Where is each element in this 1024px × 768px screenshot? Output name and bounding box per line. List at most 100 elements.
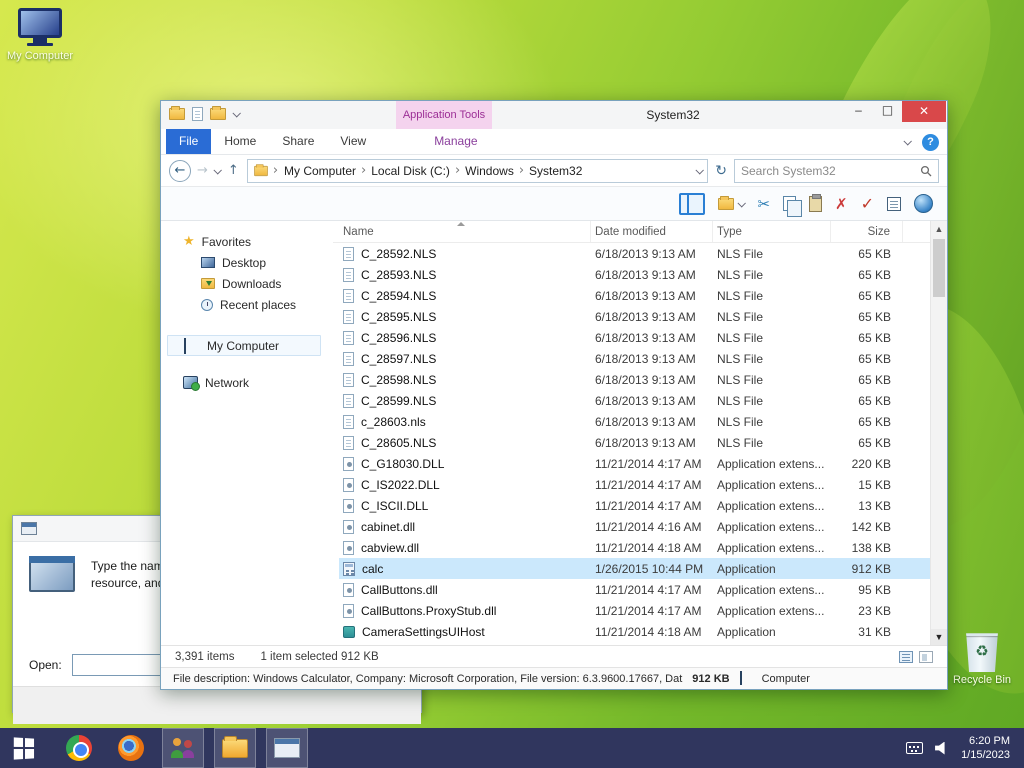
sidebar-item-network[interactable]: Network	[161, 372, 333, 393]
file-row[interactable]: C_28605.NLS 6/18/2013 9:13 AM NLS File 65 K…	[339, 432, 947, 453]
breadcrumb-segment[interactable]: Local Disk (C:)	[369, 164, 452, 178]
properties-icon[interactable]	[887, 196, 901, 211]
file-row[interactable]: C_28596.NLS 6/18/2013 9:13 AM NLS File 65 K…	[339, 327, 947, 348]
breadcrumb-separator: ›	[272, 163, 279, 178]
breadcrumb-segment[interactable]: My Computer	[282, 164, 358, 178]
start-button[interactable]	[0, 728, 48, 768]
address-chevron-down-icon[interactable]	[695, 165, 705, 175]
column-header-size[interactable]: Size	[831, 221, 903, 242]
touch-keyboard-icon[interactable]	[906, 742, 924, 754]
minimize-button[interactable]: –	[844, 101, 873, 122]
vertical-scrollbar[interactable]: ▲ ▼	[930, 221, 947, 645]
copy-icon[interactable]	[783, 196, 803, 217]
titlebar[interactable]: Application Tools System32 – □ ✕	[161, 101, 947, 129]
column-header-date-modified[interactable]: Date modified	[591, 221, 713, 242]
taskbar-item-people-app[interactable]	[162, 728, 204, 768]
file-row[interactable]: cabview.dll 11/21/2014 4:18 AM Application…	[339, 537, 947, 558]
desktop-shortcut-my-computer[interactable]: My Computer	[4, 8, 76, 62]
file-type: NLS File	[717, 309, 764, 324]
file-row[interactable]: C_28599.NLS 6/18/2013 9:13 AM NLS File 65 K…	[339, 390, 947, 411]
taskbar-item-firefox[interactable]	[110, 728, 152, 768]
forward-button[interactable]: →	[196, 163, 209, 178]
file-type: Application extens...	[717, 519, 825, 534]
tab-home[interactable]: Home	[211, 129, 269, 154]
file-details-size: 912 KB	[692, 672, 730, 685]
sidebar-item-label: Network	[205, 375, 250, 390]
tab-file[interactable]: File	[166, 129, 212, 154]
large-icons-view-icon[interactable]	[919, 650, 933, 663]
file-date-modified: 6/18/2013 9:13 AM	[595, 267, 696, 282]
file-row[interactable]: C_ISCII.DLL 11/21/2014 4:17 AM Application…	[339, 495, 947, 516]
qat-folder-icon[interactable]	[169, 106, 185, 120]
qat-properties-icon[interactable]	[192, 107, 203, 121]
taskbar-item-chrome[interactable]	[58, 728, 100, 768]
sidebar-item-desktop[interactable]: Desktop	[161, 252, 333, 273]
file-row[interactable]: C_28598.NLS 6/18/2013 9:13 AM NLS File 65 K…	[339, 369, 947, 390]
qat-chevron-down-icon[interactable]	[232, 109, 241, 118]
file-name: CallButtons.dll	[361, 582, 438, 597]
sidebar-item-recent-places[interactable]: Recent places	[161, 294, 333, 315]
scroll-down-arrow-icon[interactable]: ▼	[931, 629, 947, 645]
desktop-icon	[201, 257, 215, 268]
qat-new-folder-icon[interactable]	[210, 106, 226, 120]
close-button[interactable]: ✕	[902, 101, 946, 122]
file-row[interactable]: C_28594.NLS 6/18/2013 9:13 AM NLS File 65 K…	[339, 285, 947, 306]
column-header-type[interactable]: Type	[713, 221, 831, 242]
scrollbar-thumb[interactable]	[933, 239, 945, 297]
sidebar-item-downloads[interactable]: Downloads	[161, 273, 333, 294]
clock-time: 6:20 PM	[969, 735, 1010, 747]
delete-icon[interactable]: ✗	[835, 195, 848, 213]
volume-icon[interactable]	[935, 741, 945, 755]
file-row[interactable]: C_28595.NLS 6/18/2013 9:13 AM NLS File 65 K…	[339, 306, 947, 327]
cut-icon[interactable]: ✂	[757, 195, 770, 213]
taskbar-clock[interactable]: 6:20 PM 1/15/2023	[961, 734, 1014, 762]
column-header-name[interactable]: Name	[339, 221, 591, 242]
network-globe-icon[interactable]	[914, 194, 933, 213]
taskbar-item-file-explorer[interactable]	[214, 728, 256, 768]
recent-locations-chevron-icon[interactable]	[213, 165, 222, 175]
breadcrumb-segment[interactable]: Windows	[463, 164, 516, 178]
paste-icon[interactable]	[809, 193, 823, 212]
navigation-pane-icon[interactable]	[679, 192, 706, 215]
file-row[interactable]: C_G18030.DLL 11/21/2014 4:17 AM Applicatio…	[339, 453, 947, 474]
file-row[interactable]: C_IS2022.DLL 11/21/2014 4:17 AM Applicatio…	[339, 474, 947, 495]
contextual-tab-application-tools[interactable]: Application Tools	[396, 101, 492, 129]
scroll-up-arrow-icon[interactable]: ▲	[931, 221, 947, 237]
sidebar-item-my-computer[interactable]: My Computer	[167, 335, 321, 356]
file-row[interactable]: c_28603.nls 6/18/2013 9:13 AM NLS File 65 K…	[339, 411, 947, 432]
search-input[interactable]	[741, 163, 920, 178]
new-folder-button[interactable]	[718, 195, 747, 210]
file-date-modified: 11/21/2014 4:17 AM	[595, 498, 702, 513]
breadcrumb-segment[interactable]: System32	[527, 164, 584, 178]
tab-view[interactable]: View	[327, 129, 379, 154]
up-button[interactable]: ↑	[225, 163, 242, 178]
search-box[interactable]	[734, 158, 939, 183]
tab-share[interactable]: Share	[269, 129, 327, 154]
help-button[interactable]: ?	[922, 133, 939, 151]
dll-file-icon	[343, 519, 354, 534]
file-row[interactable]: C_28597.NLS 6/18/2013 9:13 AM NLS File 65 K…	[339, 348, 947, 369]
file-date-modified: 11/21/2014 4:18 AM	[595, 540, 702, 555]
maximize-button[interactable]: □	[873, 101, 902, 122]
app-file-icon	[343, 625, 355, 638]
file-row[interactable]: cabinet.dll 11/21/2014 4:16 AM Application…	[339, 516, 947, 537]
new-folder-icon	[718, 195, 735, 210]
taskbar-item-run-app[interactable]	[266, 728, 308, 768]
ribbon-collapse-chevron-icon[interactable]	[903, 137, 912, 146]
select-icon[interactable]: ✓	[861, 194, 874, 213]
refresh-icon[interactable]: ↻	[713, 163, 729, 179]
back-button[interactable]: ←	[169, 159, 191, 182]
address-bar[interactable]: › My Computer › Local Disk (C:) › Windows › Sy…	[246, 158, 709, 183]
dll-file-icon	[343, 498, 354, 513]
file-row[interactable]: CallButtons.ProxyStub.dll 11/21/2014 4:17…	[339, 600, 947, 621]
sidebar-item-favorites[interactable]: ★ Favorites	[161, 231, 333, 252]
file-row[interactable]: CameraSettingsUIHost 11/21/2014 4:18 AM Ap…	[339, 621, 947, 642]
tab-manage[interactable]: Manage	[421, 129, 490, 154]
dll-file-icon	[343, 582, 354, 597]
details-view-icon[interactable]	[899, 650, 913, 663]
desktop-shortcut-recycle-bin[interactable]: ♻ Recycle Bin	[946, 630, 1018, 686]
file-row[interactable]: CallButtons.dll 11/21/2014 4:17 AM Applica…	[339, 579, 947, 600]
file-row[interactable]: calc 1/26/2015 10:44 PM Application 912 KB	[339, 558, 947, 579]
file-row[interactable]: C_28593.NLS 6/18/2013 9:13 AM NLS File 65 K…	[339, 264, 947, 285]
file-row[interactable]: C_28592.NLS 6/18/2013 9:13 AM NLS File 65 K…	[339, 243, 947, 264]
